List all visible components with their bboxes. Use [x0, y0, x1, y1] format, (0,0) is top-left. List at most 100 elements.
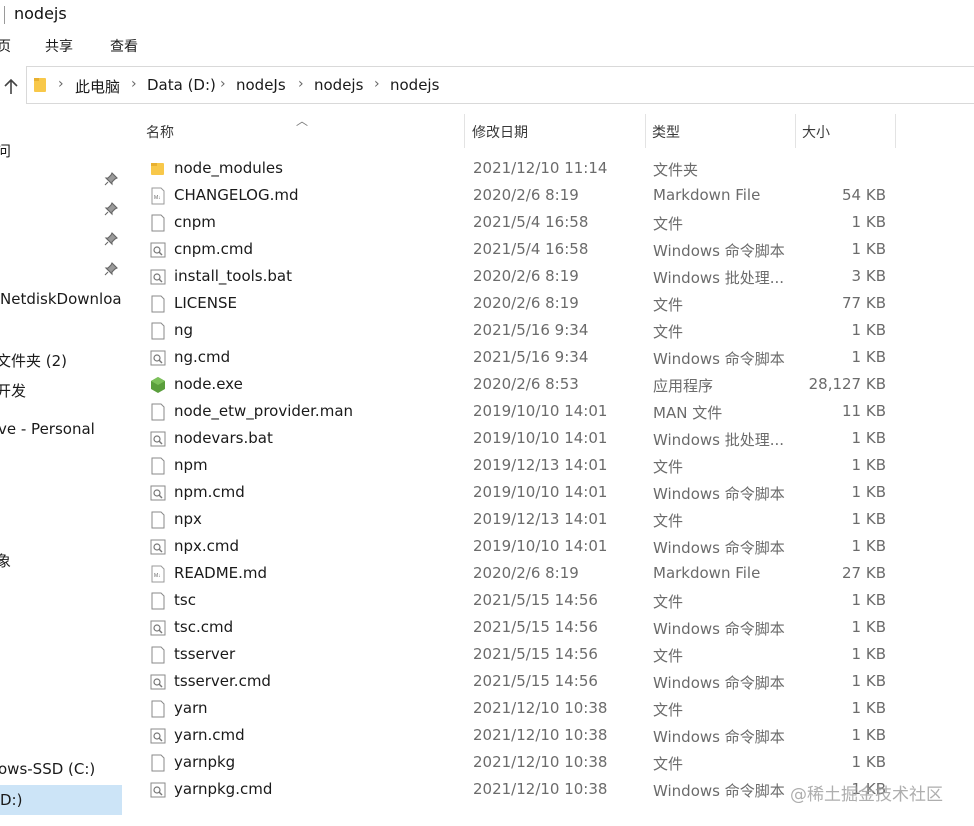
column-header-date[interactable]: 修改日期 [472, 122, 528, 142]
file-name: ng.cmd [174, 348, 231, 366]
file-size: 1 KB [851, 699, 886, 717]
file-size: 1 KB [851, 645, 886, 663]
file-name: node_modules [174, 159, 283, 177]
file-type: Windows 命令脚本 [653, 350, 785, 368]
chevron-right-icon[interactable]: › [58, 76, 64, 92]
file-name: LICENSE [174, 294, 237, 312]
file-row[interactable]: ng.cmd 2021/5/16 9:34 Windows 命令脚本 1 KB [122, 344, 974, 371]
sidebar-item-onedrive[interactable]: ve - Personal [0, 420, 95, 438]
watermark: @稀土掘金技术社区 [790, 785, 943, 805]
file-row[interactable]: node.exe 2020/2/6 8:53 应用程序 28,127 KB [122, 371, 974, 398]
column-header-type[interactable]: 类型 [652, 122, 680, 142]
column-divider[interactable] [464, 114, 465, 148]
file-date: 2019/10/10 14:01 [473, 483, 608, 501]
file-size: 11 KB [842, 402, 886, 420]
file-size: 28,127 KB [808, 375, 886, 393]
file-name: npm.cmd [174, 483, 245, 501]
column-divider[interactable] [895, 114, 896, 148]
file-row[interactable]: LICENSE 2020/2/6 8:19 文件 77 KB [122, 290, 974, 317]
file-icon [150, 511, 166, 529]
tab-share[interactable]: 共享 [45, 36, 73, 56]
file-row[interactable]: yarnpkg 2021/12/10 10:38 文件 1 KB [122, 749, 974, 776]
file-type: Windows 命令脚本 [653, 242, 785, 260]
sidebar-item-folder-group[interactable]: 文件夹 (2) [0, 350, 67, 371]
file-row[interactable]: yarn 2021/12/10 10:38 文件 1 KB [122, 695, 974, 722]
script-file-icon [150, 349, 166, 367]
chevron-right-icon[interactable]: › [298, 76, 304, 92]
tab-view[interactable]: 查看 [110, 36, 138, 56]
file-row[interactable]: tsc 2021/5/15 14:56 文件 1 KB [122, 587, 974, 614]
folder-icon [150, 160, 166, 178]
file-date: 2021/12/10 10:38 [473, 699, 608, 717]
sidebar-item-drive-d[interactable]: D:) [0, 791, 22, 809]
file-date: 2021/5/4 16:58 [473, 213, 589, 231]
up-arrow-icon[interactable] [0, 78, 22, 100]
file-row[interactable]: nodevars.bat 2019/10/10 14:01 Windows 批处理.… [122, 425, 974, 452]
svg-text:M↓: M↓ [154, 573, 161, 579]
file-date: 2021/5/15 14:56 [473, 645, 598, 663]
file-row[interactable]: npm.cmd 2019/10/10 14:01 Windows 命令脚本 1 KB [122, 479, 974, 506]
file-row[interactable]: tsc.cmd 2021/5/15 14:56 Windows 命令脚本 1 KB [122, 614, 974, 641]
file-row[interactable]: node_etw_provider.man 2019/10/10 14:01 MAN… [122, 398, 974, 425]
file-icon [150, 457, 166, 475]
breadcrumb-data-drive[interactable]: Data (D:) [147, 76, 216, 94]
file-row[interactable]: yarn.cmd 2021/12/10 10:38 Windows 命令脚本 1 KB [122, 722, 974, 749]
file-size: 1 KB [851, 240, 886, 258]
file-date: 2021/12/10 10:38 [473, 753, 608, 771]
chevron-right-icon[interactable]: › [131, 76, 137, 92]
file-icon [150, 592, 166, 610]
file-type: Windows 命令脚本 [653, 485, 785, 503]
file-list: node_modules 2021/12/10 11:14 文件夹 M↓ CHANGEL… [122, 155, 974, 803]
script-file-icon [150, 781, 166, 799]
file-row[interactable]: tsserver.cmd 2021/5/15 14:56 Windows 命令脚本 1… [122, 668, 974, 695]
column-divider[interactable] [795, 114, 796, 148]
file-date: 2020/2/6 8:19 [473, 294, 579, 312]
sidebar-item-netdisk[interactable]: NetdiskDownload [0, 290, 122, 308]
breadcrumb-this-pc[interactable]: 此电脑 [75, 76, 120, 97]
file-type: MAN 文件 [653, 404, 723, 422]
file-type: 应用程序 [653, 377, 714, 395]
file-row[interactable]: M↓ CHANGELOG.md 2020/2/6 8:19 Markdown File… [122, 182, 974, 209]
file-row[interactable]: cnpm.cmd 2021/5/4 16:58 Windows 命令脚本 1 KB [122, 236, 974, 263]
file-row[interactable]: npx 2019/12/13 14:01 文件 1 KB [122, 506, 974, 533]
file-type: 文件 [653, 755, 684, 773]
file-size: 1 KB [851, 213, 886, 231]
file-row[interactable]: node_modules 2021/12/10 11:14 文件夹 [122, 155, 974, 182]
breadcrumb-nodejs-current[interactable]: nodejs [390, 76, 439, 94]
script-file-icon [150, 484, 166, 502]
pin-icon[interactable] [104, 172, 118, 186]
file-type: Markdown File [653, 564, 761, 582]
pin-icon[interactable] [104, 262, 118, 276]
node-app-icon [150, 376, 166, 394]
column-divider[interactable] [645, 114, 646, 148]
pin-icon[interactable] [104, 232, 118, 246]
sidebar-item-quick-access[interactable]: 问 [0, 140, 11, 161]
sidebar-item-dev[interactable]: 开发 [0, 380, 26, 401]
file-row[interactable]: M↓ README.md 2020/2/6 8:19 Markdown File 27 … [122, 560, 974, 587]
file-row[interactable]: npm 2019/12/13 14:01 文件 1 KB [122, 452, 974, 479]
file-name: yarnpkg [174, 753, 236, 771]
sidebar-item-drive-c[interactable]: ows-SSD (C:) [0, 760, 95, 778]
file-row[interactable]: install_tools.bat 2020/2/6 8:19 Windows 批处… [122, 263, 974, 290]
breadcrumb-nodejs-mid[interactable]: nodejs [314, 76, 363, 94]
file-date: 2021/5/4 16:58 [473, 240, 589, 258]
file-size: 27 KB [842, 564, 886, 582]
column-header-size[interactable]: 大小 [802, 122, 830, 142]
file-name: install_tools.bat [174, 267, 292, 285]
breadcrumb-nodejs-root[interactable]: nodeJs [236, 76, 286, 94]
markdown-file-icon: M↓ [150, 187, 166, 205]
file-row[interactable]: npx.cmd 2019/10/10 14:01 Windows 命令脚本 1 KB [122, 533, 974, 560]
chevron-right-icon[interactable]: › [374, 76, 380, 92]
script-file-icon [150, 430, 166, 448]
column-header-name[interactable]: 名称 [146, 122, 174, 142]
file-row[interactable]: ng 2021/5/16 9:34 文件 1 KB [122, 317, 974, 344]
file-row[interactable]: tsserver 2021/5/15 14:56 文件 1 KB [122, 641, 974, 668]
ribbon-tabs: 页 共享 查看 [0, 30, 974, 60]
pin-icon[interactable] [104, 202, 118, 216]
file-name: cnpm.cmd [174, 240, 254, 258]
file-row[interactable]: cnpm 2021/5/4 16:58 文件 1 KB [122, 209, 974, 236]
tab-home[interactable]: 页 [0, 36, 11, 56]
file-type: 文件 [653, 593, 684, 611]
sidebar-item-3d-objects[interactable]: 象 [0, 550, 11, 571]
chevron-right-icon[interactable]: › [220, 76, 226, 92]
